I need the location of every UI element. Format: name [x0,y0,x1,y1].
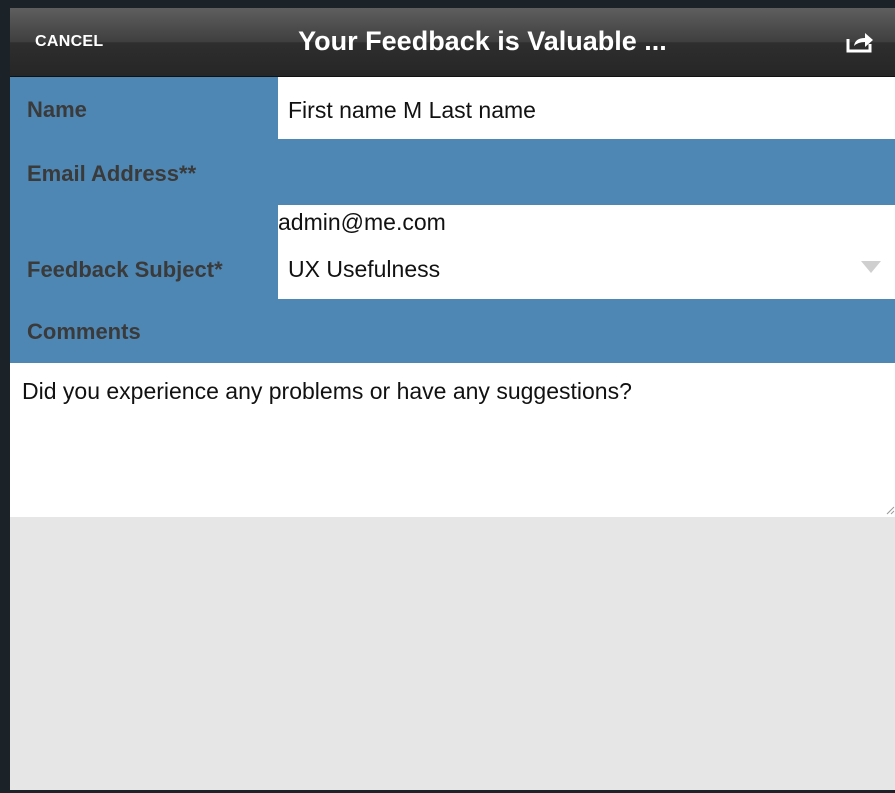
feedback-form-window: CANCEL Your Feedback is Valuable ... Nam… [10,8,895,790]
chevron-down-icon[interactable] [861,261,881,273]
name-value: First name M Last name [288,97,536,123]
comments-placeholder: Did you experience any problems or have … [22,378,632,404]
share-icon [846,33,873,53]
feedback-subject-label: Feedback Subject* [27,257,223,282]
email-label: Email Address** [27,161,197,186]
share-button[interactable] [845,30,875,54]
resize-grip-icon[interactable] [885,505,895,515]
navigation-bar: CANCEL Your Feedback is Valuable ... [10,8,895,77]
name-label: Name [27,97,87,122]
feedback-subject-select[interactable]: UX Usefulness [288,256,440,283]
email-value: admin@me.com [278,209,446,235]
comments-textarea[interactable]: Did you experience any problems or have … [10,363,895,517]
comments-label: Comments [10,299,895,363]
page-title: Your Feedback is Valuable ... [298,26,667,56]
